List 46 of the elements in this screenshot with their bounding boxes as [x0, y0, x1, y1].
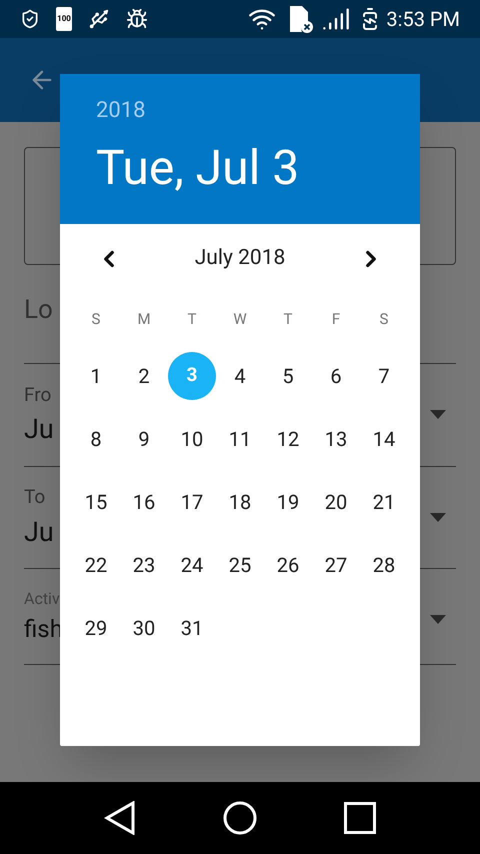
from-label: Fro [24, 382, 52, 408]
location-label: Lo [24, 294, 53, 326]
weekday-label: F [330, 308, 342, 330]
day[interactable]: 1 [72, 352, 120, 400]
to-value: Ju [24, 514, 54, 550]
day[interactable]: 21 [360, 478, 408, 526]
day[interactable]: 22 [72, 540, 120, 588]
from-value: Ju [24, 412, 54, 447]
day[interactable]: 9 [120, 414, 168, 462]
weekday-label: T [186, 308, 198, 330]
battery-level: 100 [57, 13, 71, 25]
day[interactable]: 20 [312, 478, 360, 526]
day[interactable]: 12 [264, 414, 312, 462]
weekday-label: W [232, 308, 248, 330]
day[interactable]: 31 [168, 604, 216, 652]
day[interactable]: 30 [120, 604, 168, 652]
time: 3:53 PM [386, 6, 460, 33]
day[interactable]: 6 [312, 352, 360, 400]
day[interactable]: 7 [360, 352, 408, 400]
day[interactable]: 27 [312, 540, 360, 588]
day[interactable]: 17 [168, 478, 216, 526]
day[interactable]: 15 [72, 478, 120, 526]
day[interactable]: 10 [168, 414, 216, 462]
day[interactable]: 8 [72, 414, 120, 462]
day[interactable]: 16 [120, 478, 168, 526]
day[interactable]: 26 [264, 540, 312, 588]
weekday-label: T [282, 308, 294, 330]
to-label: To [24, 484, 46, 510]
selected-date[interactable]: Tue, Jul 3 [96, 139, 384, 197]
day[interactable]: 28 [360, 540, 408, 588]
day[interactable]: 25 [216, 540, 264, 588]
weekday-label: S [90, 308, 102, 330]
day[interactable]: 4 [216, 352, 264, 400]
day[interactable]: 14 [360, 414, 408, 462]
weekday-label: S [378, 308, 390, 330]
day[interactable]: 11 [216, 414, 264, 462]
month-title: July 2018 [194, 245, 286, 272]
day[interactable]: 24 [168, 540, 216, 588]
day[interactable]: 13 [312, 414, 360, 462]
day[interactable]: 2 [120, 352, 168, 400]
weekday-label: M [136, 308, 152, 330]
day[interactable]: 23 [120, 540, 168, 588]
day[interactable]: 5 [264, 352, 312, 400]
day[interactable]: 18 [216, 478, 264, 526]
day[interactable]: 19 [264, 478, 312, 526]
day[interactable]: 29 [72, 604, 120, 652]
